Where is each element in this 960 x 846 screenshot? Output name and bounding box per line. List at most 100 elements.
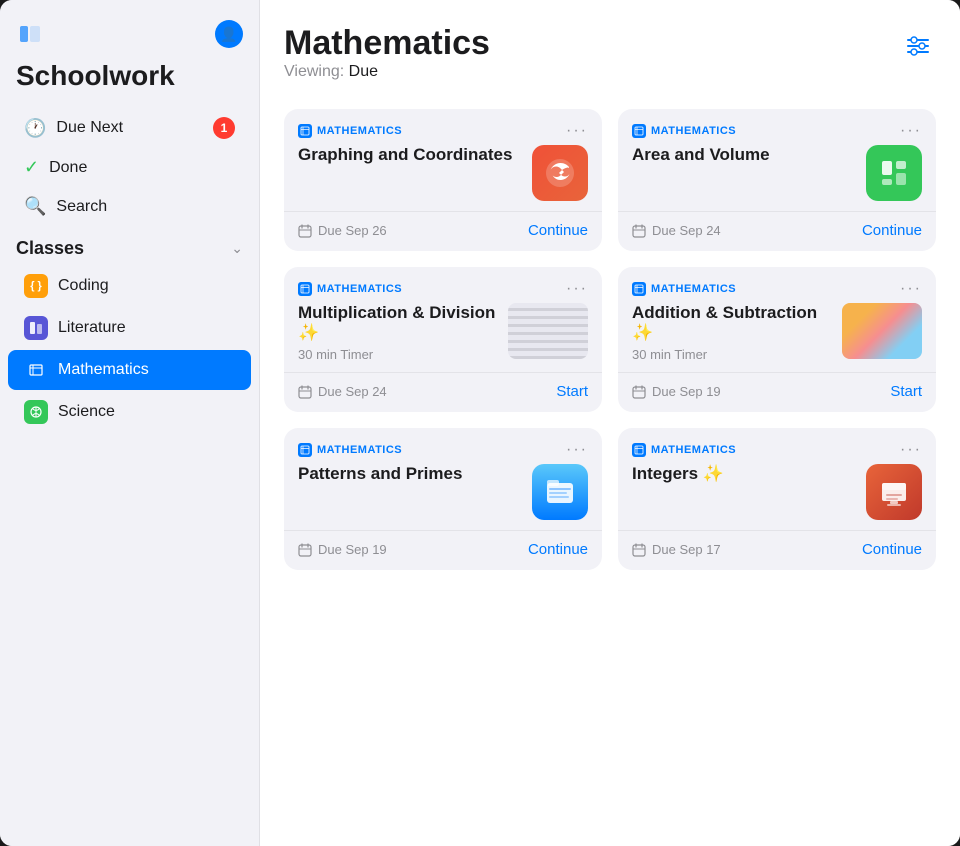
card-graphing-more-button[interactable]: ··· — [566, 123, 588, 139]
card-graphing-body: MATHEMATICS ··· Graphing and Coordinates — [284, 109, 602, 211]
app-title: Schoolwork — [0, 56, 259, 108]
card-addition-due-date: Due Sep 19 — [652, 384, 721, 399]
sidebar-item-literature-label: Literature — [58, 319, 126, 337]
card-graphing-title: Graphing and Coordinates — [298, 145, 522, 165]
sidebar-item-coding[interactable]: { } Coding — [8, 266, 251, 306]
due-next-badge: 1 — [213, 117, 235, 139]
sidebar-item-mathematics[interactable]: Mathematics — [8, 350, 251, 390]
card-graphing-due-date: Due Sep 26 — [318, 223, 387, 238]
card-graphing-title-row: Graphing and Coordinates — [298, 145, 588, 201]
card-patterns-action-button[interactable]: Continue — [528, 541, 588, 558]
card-multiplication-due: Due Sep 24 — [298, 384, 387, 399]
sidebar-item-mathematics-label: Mathematics — [58, 361, 149, 379]
card-area-volume-app-icon — [866, 145, 922, 201]
card-patterns-title-row: Patterns and Primes — [298, 464, 588, 520]
card-integers-body: MATHEMATICS ··· Integers ✨ — [618, 428, 936, 530]
card-patterns-due: Due Sep 19 — [298, 542, 387, 557]
literature-class-icon — [24, 316, 48, 340]
card-addition-subject-text: MATHEMATICS — [651, 283, 736, 295]
card-area-volume-action-button[interactable]: Continue — [862, 222, 922, 239]
card-patterns-title: Patterns and Primes — [298, 464, 522, 484]
card-integers-due-date: Due Sep 17 — [652, 542, 721, 557]
mathematics-subject-icon-6 — [632, 443, 646, 457]
card-area-volume-subject-line: MATHEMATICS ··· — [632, 123, 922, 139]
nav-item-search[interactable]: 🔍 Search — [8, 188, 251, 225]
nav-item-due-next[interactable]: 🕐 Due Next 1 — [8, 109, 251, 147]
sidebar-toggle-button[interactable] — [16, 20, 44, 48]
nav-label-search: Search — [56, 198, 107, 216]
card-addition-action-button[interactable]: Start — [890, 383, 922, 400]
card-addition-footer: Due Sep 19 Start — [618, 372, 936, 412]
coding-class-icon: { } — [24, 274, 48, 298]
card-addition-more-button[interactable]: ··· — [900, 281, 922, 297]
page-title: Mathematics — [284, 24, 490, 63]
card-area-volume-more-button[interactable]: ··· — [900, 123, 922, 139]
card-graphing-subject: MATHEMATICS — [298, 124, 402, 138]
card-patterns-more-button[interactable]: ··· — [566, 442, 588, 458]
card-integers-more-button[interactable]: ··· — [900, 442, 922, 458]
card-integers-due: Due Sep 17 — [632, 542, 721, 557]
card-multiplication-title-row: Multiplication & Division ✨ 30 min Timer — [298, 303, 588, 362]
card-integers-action-button[interactable]: Continue — [862, 541, 922, 558]
mathematics-subject-icon-4 — [632, 282, 646, 296]
card-multiplication-body: MATHEMATICS ··· Multiplication & Divisio… — [284, 267, 602, 372]
card-addition-subject-line: MATHEMATICS ··· — [632, 281, 922, 297]
sidebar-header: 👤 — [0, 20, 259, 56]
main-content: Mathematics Viewing: Due — [260, 0, 960, 846]
card-multiplication: MATHEMATICS ··· Multiplication & Divisio… — [284, 267, 602, 412]
card-multiplication-more-button[interactable]: ··· — [566, 281, 588, 297]
sidebar-item-science-label: Science — [58, 403, 115, 421]
card-area-volume-footer: Due Sep 24 Continue — [618, 211, 936, 251]
checkmark-icon: ✓ — [24, 157, 39, 178]
card-graphing-subject-text: MATHEMATICS — [317, 125, 402, 137]
card-addition-thumbnail — [842, 303, 922, 359]
card-addition-subject: MATHEMATICS — [632, 282, 736, 296]
main-header: Mathematics Viewing: Due — [284, 24, 936, 101]
mathematics-subject-icon — [298, 124, 312, 138]
sidebar-item-literature[interactable]: Literature — [8, 308, 251, 348]
card-addition-due: Due Sep 19 — [632, 384, 721, 399]
filter-button[interactable] — [900, 28, 936, 64]
card-graphing-subject-line: MATHEMATICS ··· — [298, 123, 588, 139]
card-graphing-footer: Due Sep 26 Continue — [284, 211, 602, 251]
card-patterns-app-icon — [532, 464, 588, 520]
card-multiplication-timer: 30 min Timer — [298, 347, 498, 362]
sidebar: 👤 Schoolwork 🕐 Due Next 1 ✓ Done 🔍 Searc… — [0, 0, 260, 846]
card-addition: MATHEMATICS ··· Addition & Subtraction ✨… — [618, 267, 936, 412]
viewing-filter: Due — [349, 63, 378, 80]
card-multiplication-footer: Due Sep 24 Start — [284, 372, 602, 412]
user-button[interactable]: 👤 — [215, 20, 243, 48]
card-addition-title-row: Addition & Subtraction ✨ 30 min Timer — [632, 303, 922, 362]
chevron-down-icon[interactable]: ⌄ — [231, 240, 243, 257]
sidebar-item-science[interactable]: Science — [8, 392, 251, 432]
card-area-volume-title-row: Area and Volume — [632, 145, 922, 201]
card-integers-subject-line: MATHEMATICS ··· — [632, 442, 922, 458]
card-multiplication-thumbnail — [508, 303, 588, 359]
card-addition-body: MATHEMATICS ··· Addition & Subtraction ✨… — [618, 267, 936, 372]
science-class-icon — [24, 400, 48, 424]
nav-item-done[interactable]: ✓ Done — [8, 149, 251, 186]
card-graphing-due: Due Sep 26 — [298, 223, 387, 238]
card-integers-subject: MATHEMATICS — [632, 443, 736, 457]
card-area-volume-subject-text: MATHEMATICS — [651, 125, 736, 137]
clock-icon: 🕐 — [24, 118, 46, 139]
card-integers-title: Integers ✨ — [632, 464, 856, 484]
card-patterns: MATHEMATICS ··· Patterns and Primes — [284, 428, 602, 570]
card-multiplication-subject: MATHEMATICS — [298, 282, 402, 296]
card-area-volume-title: Area and Volume — [632, 145, 856, 165]
card-graphing: MATHEMATICS ··· Graphing and Coordinates — [284, 109, 602, 251]
app-window: 👤 Schoolwork 🕐 Due Next 1 ✓ Done 🔍 Searc… — [0, 0, 960, 846]
card-area-volume-body: MATHEMATICS ··· Area and Volume — [618, 109, 936, 211]
sidebar-item-coding-label: Coding — [58, 277, 109, 295]
card-multiplication-action-button[interactable]: Start — [556, 383, 588, 400]
card-integers: MATHEMATICS ··· Integers ✨ — [618, 428, 936, 570]
card-patterns-subject-line: MATHEMATICS ··· — [298, 442, 588, 458]
viewing-label: Viewing: Due — [284, 63, 490, 81]
nav-label-done: Done — [49, 159, 87, 177]
card-graphing-action-button[interactable]: Continue — [528, 222, 588, 239]
card-addition-title: Addition & Subtraction ✨ — [632, 303, 832, 343]
nav-label-due-next: Due Next — [56, 119, 123, 137]
mathematics-class-icon — [24, 358, 48, 382]
card-area-volume-due: Due Sep 24 — [632, 223, 721, 238]
card-area-volume-due-date: Due Sep 24 — [652, 223, 721, 238]
